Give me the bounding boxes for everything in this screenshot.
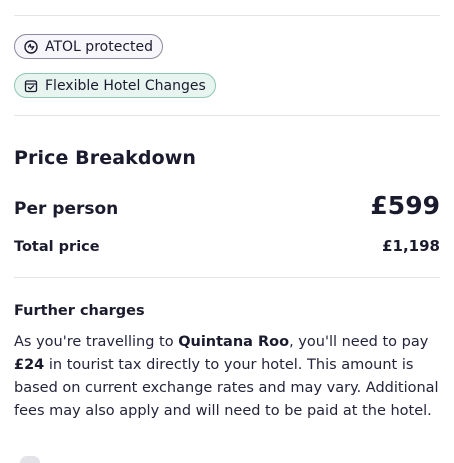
destination-name: Quintana Roo	[178, 334, 290, 350]
per-person-label: Per person	[14, 199, 119, 219]
badges: ATOL protected Flexible Hotel Changes	[14, 16, 440, 98]
flexible-hotel-badge: Flexible Hotel Changes	[14, 73, 216, 98]
atol-badge: ATOL protected	[14, 34, 164, 59]
calendar-check-icon	[24, 79, 38, 93]
total-price-value: £1,198	[382, 237, 440, 255]
total-price-row: Total price £1,198	[14, 237, 440, 255]
total-price-label: Total price	[14, 239, 100, 255]
section-divider	[14, 115, 440, 116]
atol-badge-label: ATOL protected	[45, 38, 154, 55]
price-breakdown-title: Price Breakdown	[14, 147, 196, 169]
price-panel: ATOL protected Flexible Hotel Changes Pr…	[14, 0, 440, 423]
per-person-price: £599	[370, 191, 440, 220]
atol-shield-icon	[24, 39, 38, 54]
further-text-part-3: in tourist tax directly to your hotel. T…	[14, 357, 439, 419]
further-text-part-2: , you'll need to pay	[289, 334, 429, 350]
further-text-part-1: As you're travelling to	[14, 334, 179, 350]
further-charges-text: As you're travelling to Quintana Roo, yo…	[14, 331, 444, 423]
tourist-tax-amount: £24	[14, 357, 45, 373]
partial-icon-bottom	[20, 456, 40, 463]
further-divider	[14, 277, 440, 278]
further-charges-title: Further charges	[14, 303, 145, 319]
per-person-row: Per person £599	[14, 191, 440, 220]
flexible-hotel-badge-label: Flexible Hotel Changes	[45, 77, 206, 94]
